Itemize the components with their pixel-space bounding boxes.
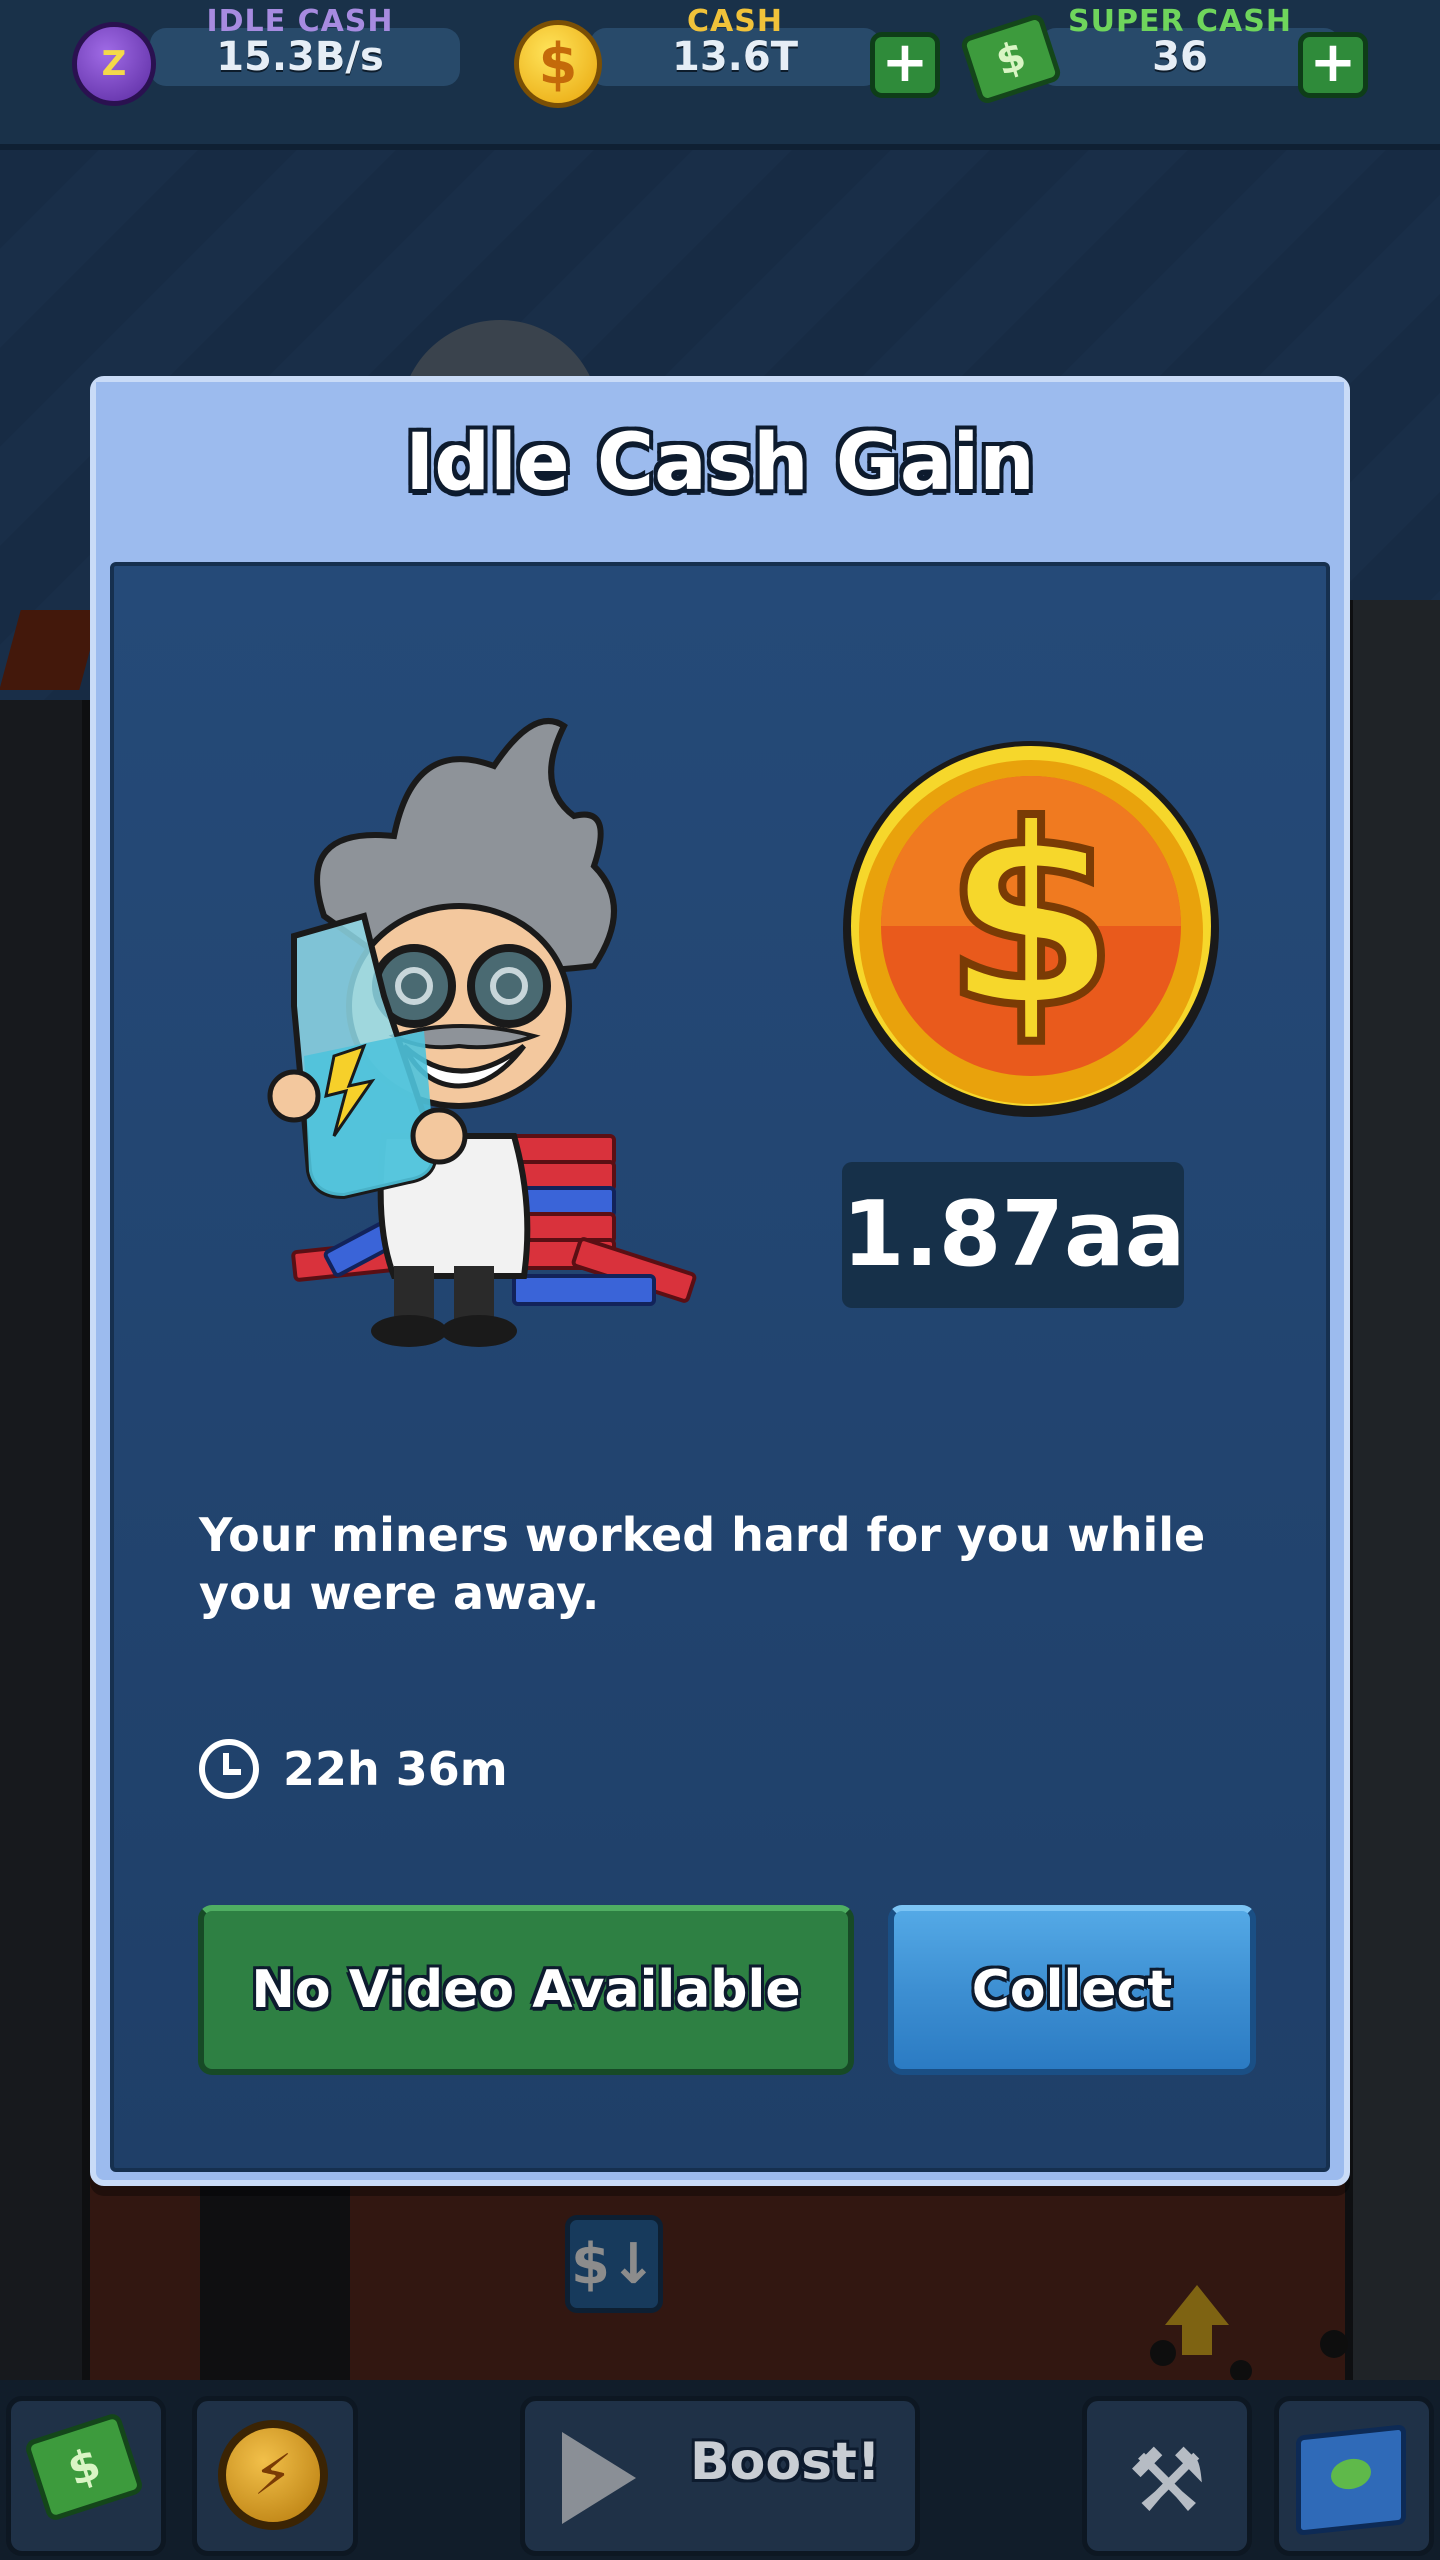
buy-cash-button[interactable]: + bbox=[870, 32, 940, 98]
map-icon bbox=[1296, 2424, 1406, 2536]
big-dollar-coin-icon: $ bbox=[843, 741, 1219, 1117]
reward-amount: 1.87aa bbox=[842, 1162, 1186, 1308]
scientist-illustration bbox=[267, 718, 697, 1347]
zzz-clock-icon: Z bbox=[72, 22, 156, 106]
pickaxe-shovel-icon: ⚒ bbox=[1127, 2428, 1207, 2532]
boost-label: Boost! bbox=[690, 2432, 881, 2492]
time-away-value: 22h 36m bbox=[283, 1742, 508, 1796]
super-cash-value: 36 bbox=[1152, 34, 1208, 80]
cash-stack-icon: $ bbox=[959, 12, 1063, 106]
time-away-row: 22h 36m bbox=[199, 1734, 508, 1804]
play-icon bbox=[562, 2432, 636, 2524]
collect-button[interactable]: Collect bbox=[888, 1905, 1256, 2075]
cash-value: 13.6T bbox=[672, 34, 798, 80]
buy-super-cash-button[interactable]: + bbox=[1298, 32, 1368, 98]
away-message: Your miners worked hard for you while yo… bbox=[199, 1508, 1206, 1620]
svg-text:$: $ bbox=[944, 772, 1118, 1063]
watch-video-label: No Video Available bbox=[251, 1960, 801, 2020]
watch-video-button[interactable]: No Video Available bbox=[198, 1905, 854, 2075]
resource-bar: Z IDLE CASH 15.3B/s $ CASH 13.6T + $ SUP… bbox=[0, 0, 1440, 150]
collect-label: Collect bbox=[971, 1960, 1173, 2020]
boost-coin-icon: ⚡ bbox=[218, 2420, 328, 2530]
dollar-coin-icon: $ bbox=[514, 20, 602, 108]
clock-icon bbox=[199, 1739, 259, 1799]
idle-cash-value: 15.3B/s bbox=[216, 34, 384, 80]
dialog-header: Idle Cash Gain bbox=[96, 382, 1344, 562]
dialog-title: Idle Cash Gain bbox=[405, 418, 1035, 508]
